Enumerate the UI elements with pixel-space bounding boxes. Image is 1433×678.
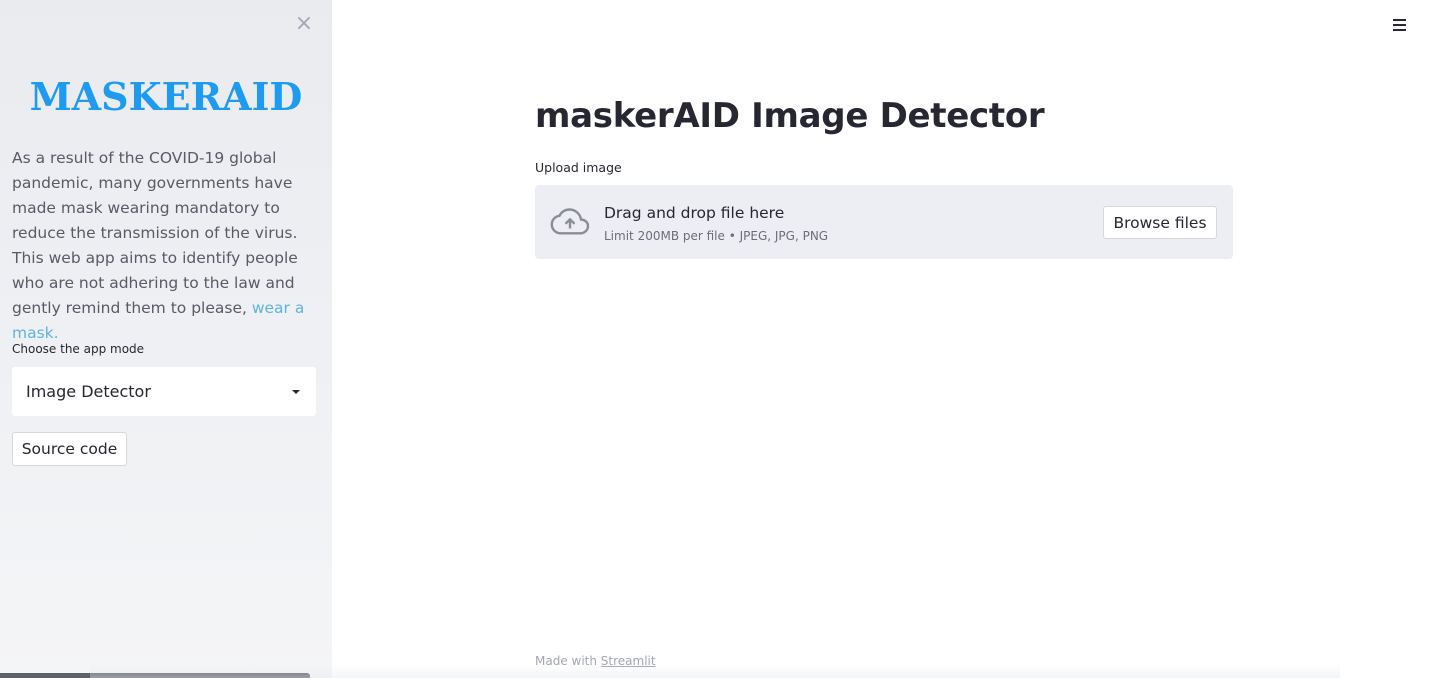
browse-files-button[interactable]: Browse files bbox=[1103, 206, 1217, 239]
sidebar-scrollbar[interactable] bbox=[0, 673, 310, 678]
caret-down-icon bbox=[292, 389, 300, 394]
footer-prefix: Made with bbox=[535, 654, 601, 668]
about-text: As a result of the COVID-19 global pande… bbox=[12, 146, 317, 346]
brand-title: MASKERAID bbox=[29, 74, 303, 119]
dropzone-subtitle: Limit 200MB per file • JPEG, JPG, PNG bbox=[604, 229, 829, 243]
menu-icon[interactable] bbox=[1388, 14, 1410, 36]
cloud-upload-icon bbox=[550, 208, 590, 235]
mode-label: Choose the app mode bbox=[12, 342, 145, 356]
dropzone-title: Drag and drop file here bbox=[604, 204, 785, 222]
about-body: As a result of the COVID-19 global pande… bbox=[12, 149, 298, 317]
upload-label: Upload image bbox=[535, 160, 622, 175]
close-icon[interactable]: × bbox=[292, 10, 316, 38]
app-mode-select[interactable]: Image Detector bbox=[12, 367, 316, 416]
streamlit-link[interactable]: Streamlit bbox=[601, 654, 656, 668]
app-window: × MASKERAID As a result of the COVID-19 … bbox=[0, 0, 1433, 678]
file-dropzone[interactable]: Drag and drop file here Limit 200MB per … bbox=[535, 185, 1233, 259]
source-code-button[interactable]: Source code bbox=[12, 432, 127, 466]
app-mode-value: Image Detector bbox=[26, 382, 151, 401]
page-title: maskerAID Image Detector bbox=[535, 96, 1045, 136]
sidebar: × MASKERAID As a result of the COVID-19 … bbox=[0, 0, 332, 678]
footer: Made with Streamlit bbox=[535, 654, 656, 668]
